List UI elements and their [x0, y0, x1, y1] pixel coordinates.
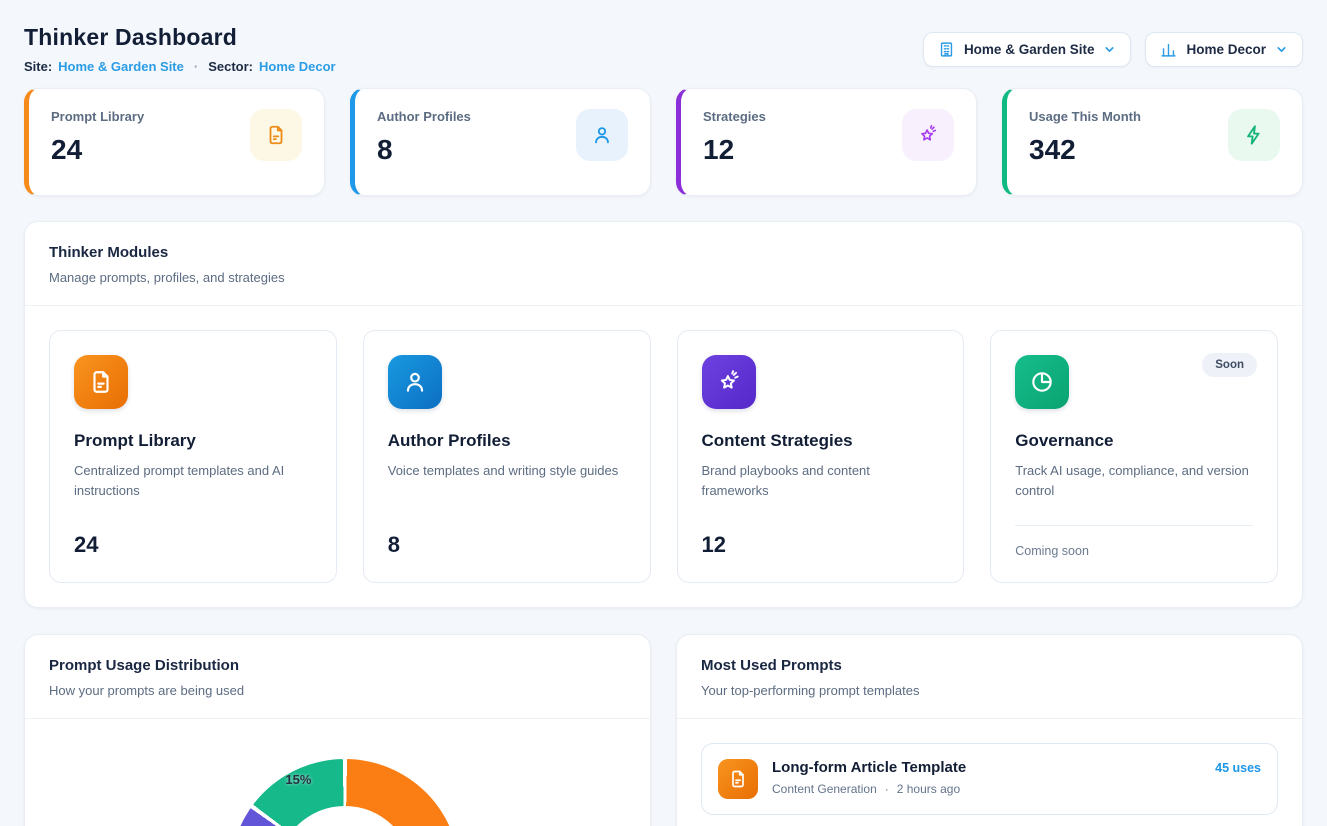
module-title: Governance [1015, 431, 1253, 451]
sector-label: Sector: [208, 59, 253, 74]
prompts-card-header: Most Used Prompts Your top-performing pr… [677, 635, 1302, 719]
prompt-list: Long-form Article Template Content Gener… [677, 719, 1302, 826]
site-dropdown-label: Home & Garden Site [964, 42, 1095, 57]
chevron-down-icon [1103, 43, 1116, 56]
sector-link[interactable]: Home Decor [259, 59, 336, 74]
donut-hole [276, 806, 412, 826]
stat-value: 342 [1029, 134, 1141, 166]
modules-title: Thinker Modules [49, 244, 1278, 261]
sparkle-star-icon [702, 355, 756, 409]
modules-grid: Prompt Library Centralized prompt templa… [25, 306, 1302, 607]
person-icon [388, 355, 442, 409]
divider [1015, 525, 1253, 526]
stat-card-prompt-library: Prompt Library 24 [24, 88, 325, 196]
building-icon [938, 41, 955, 58]
prompt-item-title: Long-form Article Template [772, 759, 1201, 776]
stat-value: 24 [51, 134, 144, 166]
module-count: 8 [388, 518, 626, 558]
coming-soon-text: Coming soon [1015, 544, 1253, 558]
module-title: Author Profiles [388, 431, 626, 451]
donut-segment-label: 15% [275, 772, 321, 787]
donut-ring: 15% [229, 759, 459, 826]
module-title: Prompt Library [74, 431, 312, 451]
document-icon [74, 355, 128, 409]
module-title: Content Strategies [702, 431, 940, 451]
site-dropdown[interactable]: Home & Garden Site [923, 32, 1132, 67]
prompt-item-category: Content Generation [772, 782, 877, 796]
prompts-card-title: Most Used Prompts [701, 657, 1278, 674]
bottom-row: Prompt Usage Distribution How your promp… [24, 634, 1303, 826]
soon-badge: Soon [1202, 353, 1257, 377]
module-description: Voice templates and writing style guides [388, 461, 626, 481]
separator-dot: · [885, 782, 889, 796]
stat-label: Strategies [703, 109, 766, 124]
usage-card-subtitle: How your prompts are being used [49, 683, 626, 698]
site-label: Site: [24, 59, 52, 74]
prompt-item-body: Long-form Article Template Content Gener… [772, 759, 1201, 796]
chevron-down-icon [1275, 43, 1288, 56]
module-card-prompt-library[interactable]: Prompt Library Centralized prompt templa… [49, 330, 337, 583]
header-controls: Home & Garden Site Home Decor [923, 32, 1303, 67]
prompts-card-subtitle: Your top-performing prompt templates [701, 683, 1278, 698]
stat-label: Usage This Month [1029, 109, 1141, 124]
dashboard-page: Thinker Dashboard Site: Home & Garden Si… [0, 0, 1327, 826]
module-description: Centralized prompt templates and AI inst… [74, 461, 312, 501]
prompt-item-time: 2 hours ago [897, 782, 960, 796]
stat-label: Prompt Library [51, 109, 144, 124]
person-icon [576, 109, 628, 161]
module-footer: Coming soon [1015, 525, 1253, 558]
module-count: 24 [74, 518, 312, 558]
module-card-author-profiles[interactable]: Author Profiles Voice templates and writ… [363, 330, 651, 583]
thinker-modules-panel: Thinker Modules Manage prompts, profiles… [24, 221, 1303, 608]
sector-dropdown-label: Home Decor [1186, 42, 1266, 57]
modules-subtitle: Manage prompts, profiles, and strategies [49, 270, 1278, 285]
usage-card-header: Prompt Usage Distribution How your promp… [25, 635, 650, 719]
donut-chart: 15% [25, 719, 650, 826]
sparkle-star-icon [902, 109, 954, 161]
stats-row: Prompt Library 24 Author Profiles 8 [24, 88, 1303, 196]
stat-value: 8 [377, 134, 471, 166]
stat-card-usage: Usage This Month 342 [1002, 88, 1303, 196]
most-used-prompts-card: Most Used Prompts Your top-performing pr… [676, 634, 1303, 826]
stat-card-author-profiles: Author Profiles 8 [350, 88, 651, 196]
zap-icon [1228, 109, 1280, 161]
sector-dropdown[interactable]: Home Decor [1145, 32, 1303, 67]
module-count: 12 [702, 518, 940, 558]
bar-chart-icon [1160, 41, 1177, 58]
stat-label: Author Profiles [377, 109, 471, 124]
document-icon [250, 109, 302, 161]
prompt-list-item[interactable]: Long-form Article Template Content Gener… [701, 743, 1278, 815]
pie-chart-icon [1015, 355, 1069, 409]
document-icon [718, 759, 758, 799]
stat-value: 12 [703, 134, 766, 166]
modules-panel-header: Thinker Modules Manage prompts, profiles… [25, 222, 1302, 306]
module-card-content-strategies[interactable]: Content Strategies Brand playbooks and c… [677, 330, 965, 583]
page-header: Thinker Dashboard Site: Home & Garden Si… [24, 24, 1303, 74]
prompt-item-uses-badge: 45 uses [1215, 761, 1261, 775]
module-description: Brand playbooks and content frameworks [702, 461, 940, 501]
usage-card-title: Prompt Usage Distribution [49, 657, 626, 674]
prompt-item-meta: Content Generation · 2 hours ago [772, 782, 1201, 796]
module-card-governance[interactable]: Soon Governance Track AI usage, complian… [990, 330, 1278, 583]
separator-dot: · [194, 59, 198, 74]
usage-distribution-card: Prompt Usage Distribution How your promp… [24, 634, 651, 826]
module-description: Track AI usage, compliance, and version … [1015, 461, 1253, 501]
stat-card-strategies: Strategies 12 [676, 88, 977, 196]
site-link[interactable]: Home & Garden Site [58, 59, 184, 74]
